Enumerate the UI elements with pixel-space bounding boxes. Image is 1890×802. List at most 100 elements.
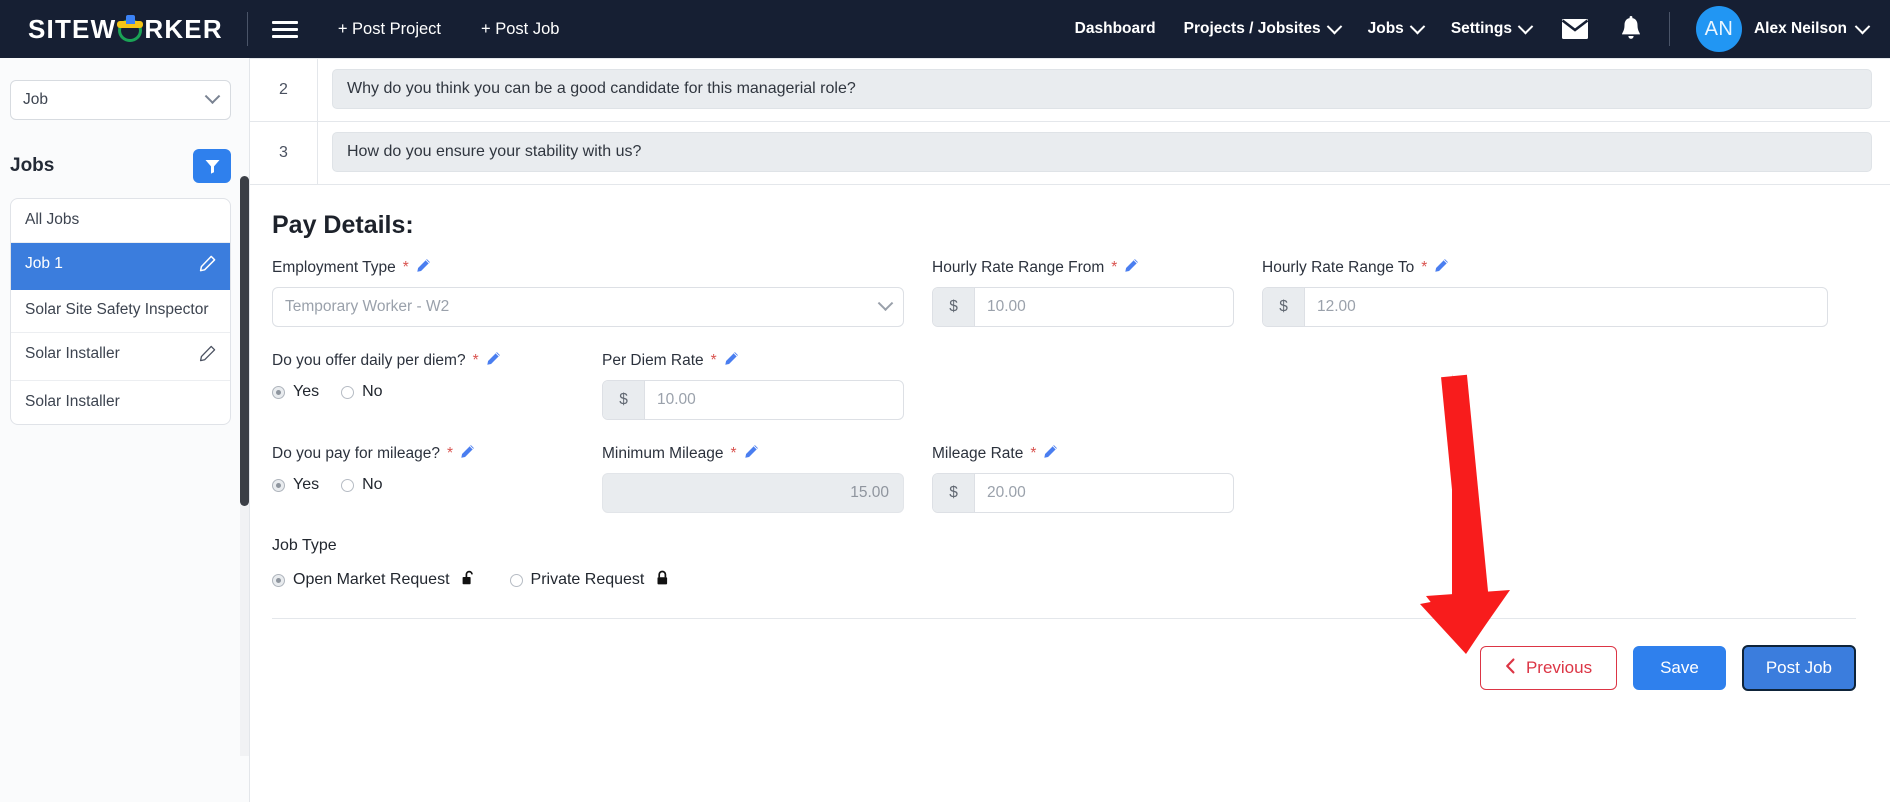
radio-indicator — [272, 385, 285, 399]
mileage-rate-input[interactable]: $ 20.00 — [932, 473, 1234, 513]
hourly-rate-from-input[interactable]: $ 10.00 — [932, 287, 1234, 327]
sidebar-item-job-1[interactable]: Job 1 — [11, 242, 230, 290]
job-type-select-value: Job — [23, 91, 48, 108]
user-menu[interactable]: Alex Neilson — [1754, 18, 1871, 38]
nav-label: Jobs — [1367, 20, 1404, 37]
save-button[interactable]: Save — [1633, 646, 1726, 690]
bell-icon[interactable] — [1619, 16, 1643, 42]
chevron-left-icon — [1505, 658, 1516, 679]
sidebar-item-solar-installer-2[interactable]: Solar Installer — [11, 381, 230, 424]
previous-label: Previous — [1525, 658, 1593, 677]
mail-icon[interactable] — [1561, 18, 1589, 40]
questions-table: 2 Why do you think you can be a good can… — [250, 58, 1890, 185]
hourly-rate-from-value: 10.00 — [987, 298, 1026, 315]
label-text: Employment Type — [272, 259, 396, 276]
nav-item-settings[interactable]: Settings — [1450, 18, 1534, 38]
pencil-icon[interactable] — [1043, 444, 1058, 464]
job-type-radio-open-market[interactable]: Open Market Request — [272, 570, 476, 590]
jobs-list: All Jobs Job 1 Solar Site Safety Inspect… — [10, 198, 231, 426]
post-project-button[interactable]: + Post Project — [338, 20, 441, 39]
pay-details-section: Pay Details: Employment Type * Temporary … — [250, 185, 1890, 590]
hourly-rate-to-value: 12.00 — [1317, 298, 1356, 315]
list-item-label: All Jobs — [25, 211, 80, 228]
per-diem-rate-label: Per Diem Rate * — [602, 351, 904, 371]
top-navigation-bar: SITEW RKER + Post Project + Post Job Das… — [0, 0, 1890, 58]
mileage-radio-yes[interactable]: Yes — [272, 476, 319, 494]
question-text: How do you ensure your stability with us… — [332, 132, 1872, 172]
required-marker: * — [402, 259, 409, 276]
pencil-icon[interactable] — [460, 444, 475, 464]
job-type-select[interactable]: Job — [10, 80, 231, 120]
nav-label: Settings — [1450, 20, 1512, 37]
job-type-title: Job Type — [272, 537, 337, 554]
nav-item-projects-jobsites[interactable]: Projects / Jobsites — [1184, 18, 1342, 38]
required-marker: * — [1421, 259, 1428, 276]
pencil-icon[interactable] — [1434, 258, 1449, 278]
post-job-button[interactable]: + Post Job — [481, 20, 559, 39]
previous-button[interactable]: Previous — [1479, 646, 1618, 690]
radio-label: No — [362, 476, 383, 493]
currency-prefix: $ — [933, 288, 975, 326]
chevron-down-icon — [204, 87, 221, 104]
nav-label: Dashboard — [1074, 20, 1156, 37]
pencil-icon[interactable] — [416, 258, 431, 278]
required-marker: * — [1111, 259, 1118, 276]
sidebar-scrollbar-thumb[interactable] — [240, 176, 249, 506]
nav-item-jobs[interactable]: Jobs — [1367, 18, 1426, 38]
mileage-radio-no[interactable]: No — [341, 476, 383, 494]
app-logo[interactable]: SITEW RKER — [28, 15, 223, 42]
required-marker: * — [1030, 445, 1037, 462]
pay-row-2: Do you offer daily per diem? * Yes No Pe… — [272, 351, 1856, 420]
per-diem-radio-yes[interactable]: Yes — [272, 383, 319, 401]
edit-pencil-icon[interactable] — [199, 344, 216, 369]
radio-indicator — [341, 385, 355, 399]
edit-pencil-icon[interactable] — [199, 254, 216, 279]
per-diem-radio-no[interactable]: No — [341, 383, 383, 401]
page-body: Job Jobs All Jobs Job 1 Solar Site Safet… — [0, 58, 1890, 802]
currency-prefix: $ — [1263, 288, 1305, 326]
label-text: Per Diem Rate — [602, 352, 704, 369]
radio-indicator — [272, 478, 285, 492]
sidebar-item-solar-installer-1[interactable]: Solar Installer — [11, 333, 230, 382]
table-row: 2 Why do you think you can be a good can… — [250, 59, 1890, 122]
pencil-icon[interactable] — [1124, 258, 1139, 278]
hamburger-icon[interactable] — [271, 20, 298, 38]
employment-type-select[interactable]: Temporary Worker - W2 — [272, 287, 904, 327]
hourly-rate-to-input[interactable]: $ 12.00 — [1262, 287, 1828, 327]
currency-prefix: $ — [603, 381, 645, 419]
minimum-mileage-label: Minimum Mileage * — [602, 444, 904, 464]
main-content: 2 Why do you think you can be a good can… — [250, 58, 1890, 802]
radio-indicator — [272, 573, 285, 587]
avatar[interactable]: AN — [1695, 6, 1742, 52]
mileage-rate-label: Mileage Rate * — [932, 444, 1234, 464]
required-marker: * — [710, 352, 717, 369]
pencil-icon[interactable] — [486, 351, 501, 371]
post-job-submit-button[interactable]: Post Job — [1741, 645, 1856, 691]
chevron-down-icon — [1854, 18, 1871, 34]
minimum-mileage-input[interactable]: 15.00 — [602, 473, 904, 513]
unlock-icon — [462, 570, 476, 590]
sidebar-item-solar-site-safety-inspector[interactable]: Solar Site Safety Inspector — [11, 290, 230, 334]
pencil-icon[interactable] — [744, 444, 759, 464]
mileage-question-field: Do you pay for mileage? * Yes No — [272, 444, 602, 513]
list-item-label: Job 1 — [25, 254, 63, 272]
lock-icon — [656, 570, 670, 590]
nav-item-dashboard[interactable]: Dashboard — [1075, 20, 1156, 38]
required-marker: * — [447, 445, 454, 462]
minimum-mileage-field: Minimum Mileage * 15.00 — [602, 444, 932, 513]
radio-label: Private Request — [530, 571, 645, 588]
filter-button[interactable] — [193, 149, 231, 183]
per-diem-rate-input[interactable]: $ 10.00 — [602, 380, 904, 420]
jobs-heading: Jobs — [10, 155, 55, 176]
employment-type-label: Employment Type * — [272, 258, 904, 278]
mileage-radio-group: Yes No — [272, 473, 574, 494]
section-title: Pay Details: — [272, 211, 414, 239]
per-diem-rate-value: 10.00 — [657, 391, 696, 408]
question-cell: How do you ensure your stability with us… — [318, 122, 1890, 184]
job-type-radio-private[interactable]: Private Request — [509, 570, 671, 590]
pencil-icon[interactable] — [724, 351, 739, 371]
job-type-section: Job Type Open Market Request Private Req… — [272, 537, 1856, 590]
sidebar-item-all-jobs[interactable]: All Jobs — [11, 199, 230, 243]
